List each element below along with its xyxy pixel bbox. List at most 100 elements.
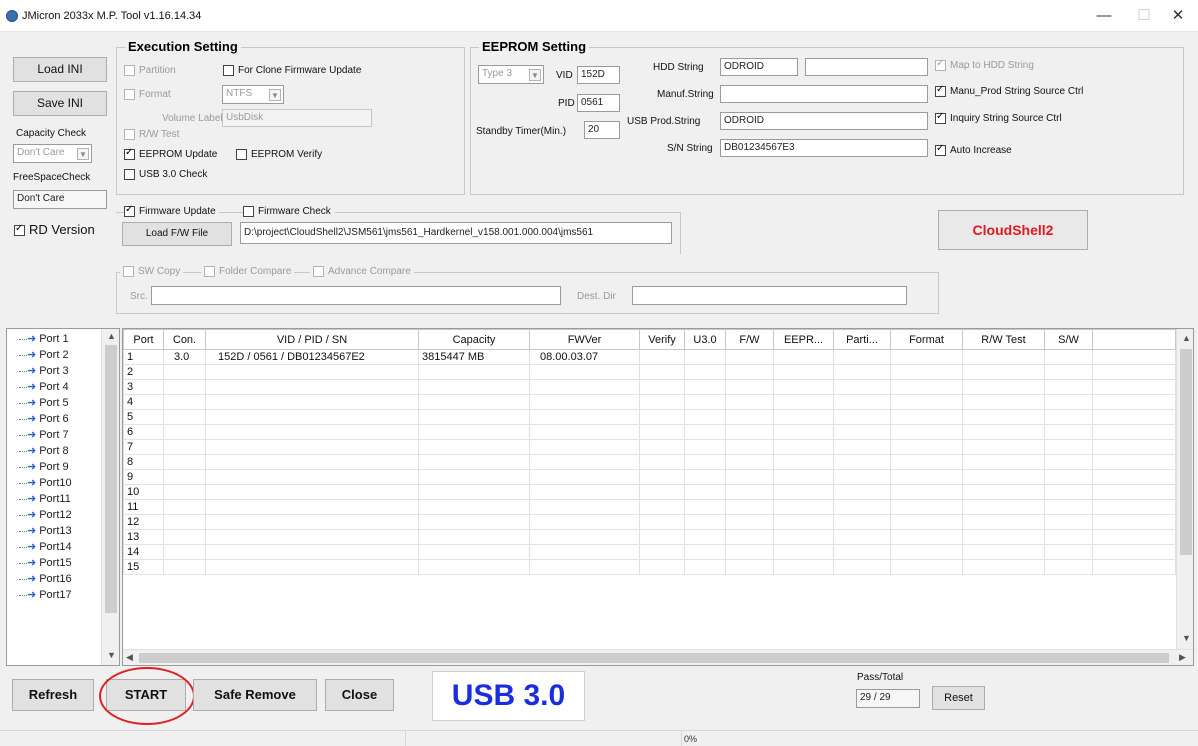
clone-firmware-checkbox[interactable]: For Clone Firmware Update: [223, 65, 361, 76]
table-row[interactable]: 2: [123, 364, 1176, 380]
close-window-button[interactable]: ✕: [1160, 4, 1196, 28]
table-row[interactable]: 5: [123, 409, 1176, 425]
port-tree-item[interactable]: ➜ Port10: [7, 475, 101, 491]
reset-button[interactable]: Reset: [932, 686, 985, 710]
safe-remove-button[interactable]: Safe Remove: [193, 679, 317, 711]
chevron-down-icon[interactable]: ▼: [1182, 633, 1191, 643]
table-row[interactable]: 13: [123, 529, 1176, 545]
firmware-update-checkbox[interactable]: Firmware Update: [124, 204, 219, 218]
column-header[interactable]: EEPR...: [773, 329, 834, 350]
port-tree-item[interactable]: ➜ Port15: [7, 555, 101, 571]
table-row[interactable]: 11: [123, 499, 1176, 515]
inquiry-source-checkbox[interactable]: Inquiry String Source Ctrl: [935, 111, 1062, 124]
format-select[interactable]: NTFS ▼: [222, 85, 284, 104]
column-header[interactable]: R/W Test: [962, 329, 1045, 350]
port-tree-item[interactable]: ➜ Port 3: [7, 363, 101, 379]
chevron-right-icon[interactable]: ▶: [1179, 652, 1186, 663]
maximize-button[interactable]: ☐: [1126, 4, 1162, 28]
minimize-button[interactable]: —: [1086, 4, 1122, 28]
load-ini-button[interactable]: Load INI: [13, 57, 107, 82]
manuf-string-input[interactable]: [720, 85, 928, 103]
table-row[interactable]: 8: [123, 454, 1176, 470]
port-tree-scrollbar[interactable]: ▲ ▼: [101, 329, 119, 665]
refresh-button[interactable]: Refresh: [12, 679, 94, 711]
column-header[interactable]: Port: [123, 329, 164, 350]
port-tree-item[interactable]: ➜ Port11: [7, 491, 101, 507]
table-row[interactable]: 12: [123, 514, 1176, 530]
standby-timer-input[interactable]: 20: [584, 121, 620, 139]
eeprom-update-checkbox[interactable]: EEPROM Update: [124, 147, 217, 160]
map-hdd-string-checkbox[interactable]: Map to HDD String: [935, 58, 1034, 71]
chevron-up-icon[interactable]: ▲: [107, 331, 116, 341]
port-tree-item[interactable]: ➜ Port 2: [7, 347, 101, 363]
save-ini-button[interactable]: Save INI: [13, 91, 107, 116]
hdd-string-extra-input[interactable]: [805, 58, 928, 76]
rw-test-checkbox[interactable]: R/W Test: [124, 129, 179, 140]
close-button[interactable]: Close: [325, 679, 394, 711]
table-row[interactable]: 7: [123, 439, 1176, 455]
sn-string-input[interactable]: DB01234567E3: [720, 139, 928, 157]
table-horizontal-scrollbar[interactable]: ◀ ▶: [123, 649, 1193, 665]
table-vertical-scrollbar[interactable]: ▲ ▼: [1176, 329, 1193, 649]
table-row[interactable]: 6: [123, 424, 1176, 440]
auto-increase-checkbox[interactable]: Auto Increase: [935, 143, 1012, 156]
table-row[interactable]: 4: [123, 394, 1176, 410]
firmware-check-checkbox[interactable]: Firmware Check: [243, 206, 335, 218]
column-header[interactable]: FWVer: [529, 329, 640, 350]
chevron-up-icon[interactable]: ▲: [1182, 333, 1191, 343]
capacity-check-select[interactable]: Don't Care ▼: [13, 144, 92, 163]
sw-copy-checkbox[interactable]: SW Copy: [120, 266, 184, 278]
folder-compare-checkbox[interactable]: Folder Compare: [201, 266, 295, 278]
port-tree-item[interactable]: ➜ Port 1: [7, 331, 101, 347]
column-header[interactable]: Verify: [639, 329, 685, 350]
port-tree-item[interactable]: ➜ Port12: [7, 507, 101, 523]
eeprom-verify-checkbox[interactable]: EEPROM Verify: [236, 149, 322, 160]
cloudshell2-button[interactable]: CloudShell2: [938, 210, 1088, 250]
port-tree-item[interactable]: ➜ Port16: [7, 571, 101, 587]
column-header[interactable]: Parti...: [833, 329, 891, 350]
column-header[interactable]: S/W: [1044, 329, 1093, 350]
volume-label-input[interactable]: UsbDisk: [222, 109, 372, 127]
port-tree-item[interactable]: ➜ Port 5: [7, 395, 101, 411]
port-tree-item[interactable]: ➜ Port 9: [7, 459, 101, 475]
partition-checkbox[interactable]: Partition: [124, 65, 176, 76]
table-row[interactable]: 3: [123, 379, 1176, 395]
table-row[interactable]: 15: [123, 559, 1176, 575]
port-tree-item[interactable]: ➜ Port 7: [7, 427, 101, 443]
rd-version-checkbox[interactable]: RD Version: [14, 222, 95, 237]
port-tree-scroll-thumb[interactable]: [105, 345, 117, 613]
usb-prod-string-input[interactable]: ODROID: [720, 112, 928, 130]
manu-prod-source-checkbox[interactable]: Manu_Prod String Source Ctrl: [935, 84, 1083, 97]
port-tree-item[interactable]: ➜ Port 8: [7, 443, 101, 459]
dest-dir-input[interactable]: [632, 286, 907, 305]
hdd-string-input[interactable]: ODROID: [720, 58, 798, 76]
eeprom-type-select[interactable]: Type 3 ▼: [478, 65, 544, 84]
table-vscroll-thumb[interactable]: [1180, 349, 1192, 555]
column-header[interactable]: Con.: [163, 329, 206, 350]
table-hscroll-thumb[interactable]: [139, 653, 1169, 663]
table-row[interactable]: 10: [123, 484, 1176, 500]
usb30-check-checkbox[interactable]: USB 3.0 Check: [124, 169, 207, 180]
table-row[interactable]: 1 3.0 152D / 0561 / DB01234567E2 3815447 MB…: [123, 349, 1176, 365]
table-row[interactable]: 14: [123, 544, 1176, 560]
chevron-down-icon[interactable]: ▼: [107, 650, 116, 660]
firmware-path-input[interactable]: D:\project\CloudShell2\JSM561\jms561_Har…: [240, 222, 672, 244]
port-tree-item[interactable]: ➜ Port17: [7, 587, 101, 603]
port-tree-item[interactable]: ➜ Port 4: [7, 379, 101, 395]
vid-input[interactable]: 152D: [577, 66, 620, 84]
format-checkbox[interactable]: Format: [124, 89, 171, 100]
chevron-left-icon[interactable]: ◀: [126, 652, 133, 663]
column-header[interactable]: U3.0: [684, 329, 726, 350]
column-header[interactable]: Format: [890, 329, 963, 350]
advance-compare-checkbox[interactable]: Advance Compare: [310, 266, 414, 278]
load-fw-file-button[interactable]: Load F/W File: [122, 222, 232, 246]
src-dir-input[interactable]: [151, 286, 561, 305]
pid-input[interactable]: 0561: [577, 94, 620, 112]
port-tree-item[interactable]: ➜ Port13: [7, 523, 101, 539]
column-header[interactable]: Capacity: [418, 329, 530, 350]
column-header[interactable]: F/W: [725, 329, 774, 350]
column-header[interactable]: VID / PID / SN: [205, 329, 419, 350]
port-tree-item[interactable]: ➜ Port 6: [7, 411, 101, 427]
freespace-check-field[interactable]: Don't Care: [13, 190, 107, 209]
port-tree-item[interactable]: ➜ Port14: [7, 539, 101, 555]
